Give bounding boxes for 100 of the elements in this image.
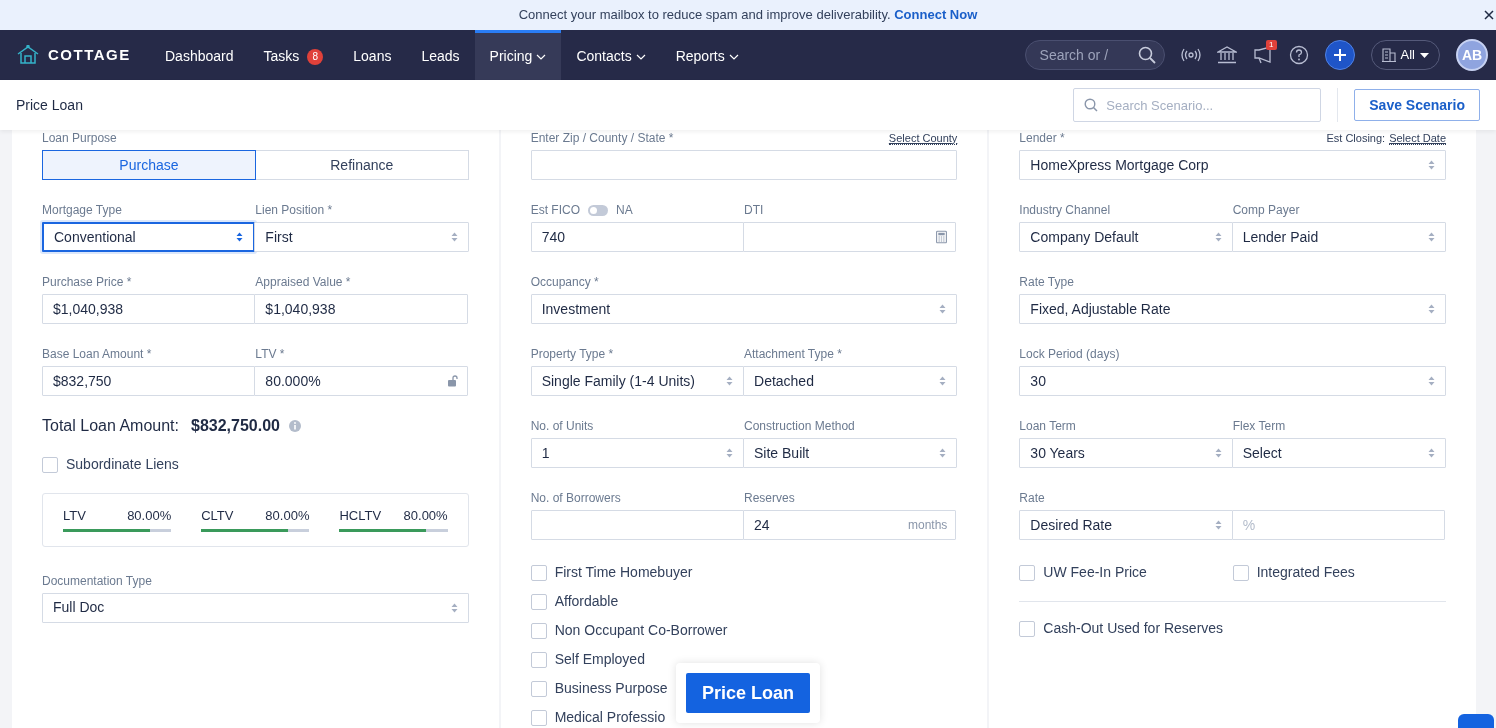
checkbox[interactable]: [530, 651, 547, 668]
field-label: Est FICO: [530, 202, 580, 218]
nav-tab[interactable]: Pricing: [474, 30, 562, 80]
select-field[interactable]: Company Default: [1019, 222, 1233, 252]
chevron-icon: [536, 53, 547, 60]
field-label: Loan Term: [1019, 418, 1076, 434]
input-field[interactable]: [530, 510, 744, 540]
bank-icon[interactable]: [1216, 46, 1237, 64]
field-label: Appraised Value *: [255, 274, 351, 290]
field-label: Industry Channel: [1019, 202, 1111, 218]
caret-icon: [939, 304, 947, 314]
checkbox[interactable]: [530, 680, 547, 697]
field-label: Rate: [1019, 490, 1045, 506]
select-field[interactable]: Investment: [530, 294, 958, 324]
help-icon[interactable]: [1288, 45, 1309, 65]
nav-tab[interactable]: Loans: [338, 30, 407, 80]
checkbox[interactable]: [1019, 564, 1036, 581]
caret-icon: [1214, 448, 1222, 458]
field-label: Reserves: [744, 490, 795, 506]
caret-icon: [1428, 160, 1435, 170]
input-field[interactable]: $1,040,938: [42, 294, 256, 324]
ratio-label: HCLTV: [339, 507, 382, 525]
select-field[interactable]: Select: [1231, 438, 1447, 468]
select-field[interactable]: Full Doc: [42, 592, 469, 623]
input-field[interactable]: [530, 150, 958, 180]
checkbox-label: Cash-Out Used for Reserves: [1043, 619, 1224, 638]
nav-tab[interactable]: Reports: [660, 30, 754, 80]
checkbox-label: UW Fee-In Price: [1043, 563, 1147, 582]
checkbox[interactable]: [530, 622, 547, 639]
count-badge: 8: [307, 48, 324, 65]
segment-tab[interactable]: Purchase: [42, 150, 256, 180]
search-field[interactable]: Search or /: [1024, 40, 1165, 70]
caret-icon: [236, 232, 244, 242]
checkbox[interactable]: [530, 564, 547, 581]
total-label: Total Loan Amount:: [42, 416, 179, 436]
input-field[interactable]: %: [1231, 510, 1446, 540]
field-label: Construction Method: [744, 418, 855, 434]
checkbox[interactable]: [530, 709, 547, 726]
segment-tab[interactable]: Refinance: [254, 150, 469, 180]
add-button[interactable]: [1324, 40, 1355, 70]
calculator-icon[interactable]: [936, 230, 948, 244]
select-field[interactable]: Fixed, Adjustable Rate: [1019, 294, 1446, 324]
input-field[interactable]: [743, 222, 957, 252]
padlock-icon[interactable]: [446, 375, 459, 387]
total-amount: $832,750.00: [191, 416, 280, 436]
select-field[interactable]: Desired Rate: [1019, 510, 1233, 540]
checkbox-label: Integrated Fees: [1256, 563, 1355, 582]
select-link[interactable]: Select County: [888, 131, 958, 145]
select-field[interactable]: HomeXpress Mortgage Corp: [1019, 150, 1446, 180]
checkbox[interactable]: [1232, 564, 1249, 581]
info-icon[interactable]: [287, 419, 302, 433]
scenario-search-field[interactable]: Search Scenario...: [1073, 88, 1322, 122]
nav-tab[interactable]: Contacts: [561, 30, 661, 80]
nav-tab[interactable]: Tasks 8: [248, 30, 339, 80]
megaphone-icon[interactable]: [1252, 46, 1273, 64]
nav-tab[interactable]: Dashboard: [150, 30, 249, 80]
select-field[interactable]: Site Built: [743, 438, 958, 468]
field-label: Comp Payer: [1232, 202, 1300, 218]
field-label: DTI: [744, 202, 764, 218]
input-field[interactable]: $1,040,938: [254, 294, 468, 324]
caret-icon: [939, 376, 947, 386]
select-field[interactable]: 30 Years: [1019, 438, 1233, 468]
chevron-icon: [635, 53, 646, 60]
ratio-value: 80.00%: [127, 507, 172, 525]
select-field[interactable]: Lender Paid: [1231, 222, 1447, 252]
select-field[interactable]: Conventional: [42, 222, 256, 252]
checkbox-label: Self Employed: [554, 650, 645, 669]
close-icon[interactable]: [1484, 10, 1494, 20]
input-field[interactable]: $832,750: [42, 366, 256, 396]
checkbox[interactable]: [42, 456, 58, 473]
caret-icon: [1420, 52, 1429, 58]
input-field[interactable]: 740: [530, 222, 744, 252]
field-label: Attachment Type *: [744, 346, 842, 362]
input-field[interactable]: 80.000%: [254, 366, 468, 396]
checkbox[interactable]: [1019, 620, 1036, 637]
select-field[interactable]: Single Family (1-4 Units): [530, 366, 744, 396]
ratio-label: CLTV: [201, 507, 234, 525]
connect-link[interactable]: Connect Now: [894, 7, 978, 23]
field-label: Mortgage Type: [42, 202, 122, 218]
nav-tab[interactable]: Leads: [406, 30, 475, 80]
caret-icon: [726, 376, 733, 386]
toggle-switch[interactable]: [588, 204, 608, 216]
caret-icon: [1428, 232, 1436, 242]
save-scenario-button[interactable]: Save Scenario: [1354, 89, 1480, 121]
caret-icon: [1214, 520, 1222, 530]
page-title: Price Loan: [16, 95, 83, 115]
select-field[interactable]: 1: [530, 438, 744, 468]
select-field[interactable]: Detached: [743, 366, 958, 396]
field-label: Property Type *: [530, 346, 614, 362]
banner-message: Connect your mailbox to reduce spam and improve deliverability. Connect Now: [518, 6, 978, 25]
broadcast-icon[interactable]: [1180, 47, 1201, 63]
select-field[interactable]: First: [254, 222, 469, 252]
checkbox[interactable]: [530, 593, 547, 610]
unit-label: months: [908, 517, 948, 534]
chat-button[interactable]: [1458, 714, 1494, 728]
search-icon: [1084, 98, 1099, 112]
select-link[interactable]: Select Date: [1389, 131, 1446, 145]
select-field[interactable]: 30: [1019, 366, 1446, 396]
caret-icon: [450, 602, 458, 613]
price-loan-button[interactable]: Price Loan: [686, 673, 811, 713]
